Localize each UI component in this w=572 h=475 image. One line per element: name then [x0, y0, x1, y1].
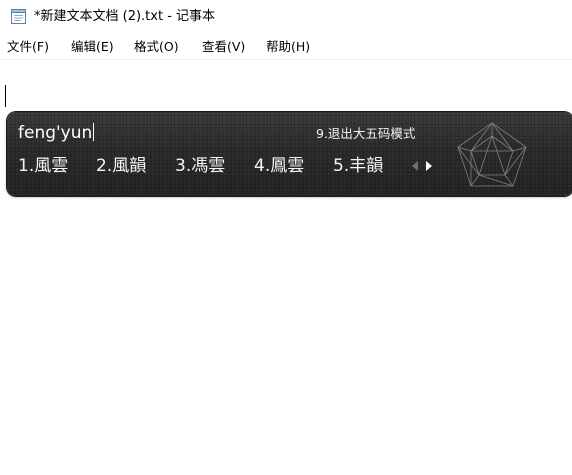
menu-view[interactable]: 查看(V) — [202, 39, 245, 55]
menu-format[interactable]: 格式(O) — [134, 39, 179, 55]
ime-cursor — [93, 123, 95, 141]
triangle-right-icon[interactable] — [426, 161, 432, 171]
ime-composition-text: feng'yun — [18, 123, 93, 143]
ime-composition: feng'yun — [18, 122, 95, 144]
ime-candidate-3[interactable]: 3.馮雲 — [175, 154, 225, 178]
title-bar[interactable]: *新建文本文档 (2).txt - 记事本 — [0, 0, 572, 34]
notepad-icon — [11, 9, 26, 24]
menu-bar: 文件(F) 编辑(E) 格式(O) 查看(V) 帮助(H) — [0, 35, 572, 60]
text-caret — [5, 85, 6, 107]
triangle-left-icon[interactable] — [412, 161, 418, 171]
ime-exit-big5-hint[interactable]: 9.退出大五码模式 — [316, 126, 415, 142]
menu-help[interactable]: 帮助(H) — [266, 39, 310, 55]
ime-candidate-2[interactable]: 2.風韻 — [96, 154, 146, 178]
ime-candidate-1[interactable]: 1.風雲 — [18, 154, 68, 178]
ime-candidate-window: feng'yun 9.退出大五码模式 1.風雲 2.風韻 3.馮雲 4.鳳雲 5… — [7, 112, 572, 196]
ime-candidate-4[interactable]: 4.鳳雲 — [254, 154, 304, 178]
window-title: *新建文本文档 (2).txt - 记事本 — [34, 9, 216, 24]
menu-edit[interactable]: 编辑(E) — [71, 39, 114, 55]
menu-file[interactable]: 文件(F) — [7, 39, 49, 55]
pentagon-logo-icon — [457, 122, 527, 187]
ime-candidate-5[interactable]: 5.丰韻 — [333, 154, 383, 178]
